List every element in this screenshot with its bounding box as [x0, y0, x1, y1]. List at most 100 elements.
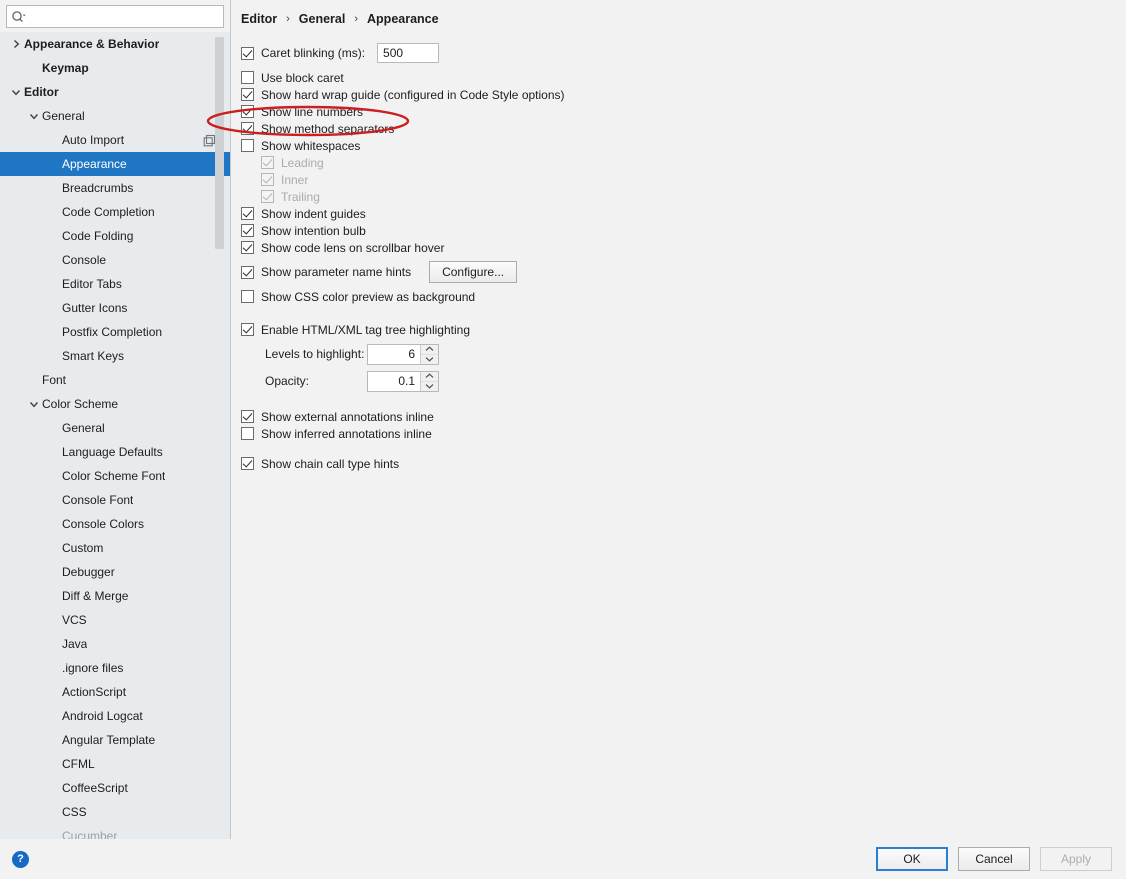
sidebar-item-editor-tabs[interactable]: Editor Tabs [0, 272, 230, 296]
configure-button[interactable]: Configure... [429, 261, 518, 283]
cancel-button[interactable]: Cancel [958, 847, 1030, 871]
settings-sidebar: Appearance & Behavior Keymap Editor General… [0, 0, 231, 839]
sidebar-item-appearance[interactable]: Appearance [0, 152, 230, 176]
sidebar-item-general[interactable]: General [0, 416, 230, 440]
breadcrumb-item-editor[interactable]: Editor [241, 12, 277, 26]
chevron-down-icon[interactable] [26, 396, 42, 412]
show-css-color-preview-checkbox[interactable] [241, 290, 254, 303]
setting-show-inferred-annotations: Show inferred annotations inline [241, 425, 1126, 442]
sidebar-item-keymap[interactable]: Keymap [0, 56, 230, 80]
sidebar-item-custom[interactable]: Custom [0, 536, 230, 560]
sidebar-item-editor[interactable]: Editor [0, 80, 230, 104]
sidebar-item-general[interactable]: General [0, 104, 230, 128]
ok-button[interactable]: OK [876, 847, 948, 871]
sidebar-item-label: ActionScript [62, 685, 127, 699]
show-parameter-name-hints-checkbox[interactable] [241, 265, 254, 279]
sidebar-item-android-logcat[interactable]: Android Logcat [0, 704, 230, 728]
opacity-spinner-arrows [420, 371, 438, 391]
sidebar-item-css[interactable]: CSS [0, 800, 230, 824]
search-input[interactable] [27, 8, 219, 25]
show-indent-guides-label: Show indent guides [261, 206, 366, 221]
sidebar-item-cucumber[interactable]: Cucumber [0, 824, 230, 839]
show-method-separators-label: Show method separators [261, 121, 395, 136]
sidebar-item-code-folding[interactable]: Code Folding [0, 224, 230, 248]
sidebar-item-diff-merge[interactable]: Diff & Merge [0, 584, 230, 608]
sidebar-item-label: VCS [62, 613, 87, 627]
sidebar-item-appearance-behavior[interactable]: Appearance & Behavior [0, 32, 230, 56]
show-intention-bulb-checkbox[interactable] [241, 224, 254, 237]
sidebar-scrollbar-thumb[interactable] [215, 37, 224, 249]
sidebar-item-gutter-icons[interactable]: Gutter Icons [0, 296, 230, 320]
sidebar-item-coffeescript[interactable]: CoffeeScript [0, 776, 230, 800]
show-indent-guides-checkbox[interactable] [241, 207, 254, 220]
sidebar-item-language-defaults[interactable]: Language Defaults [0, 440, 230, 464]
chevron-right-icon[interactable] [8, 36, 24, 52]
sidebar-item-actionscript[interactable]: ActionScript [0, 680, 230, 704]
levels-to-highlight-spinner-arrows [420, 344, 438, 364]
spinner-down-icon[interactable] [421, 382, 438, 391]
search-box[interactable] [6, 5, 224, 28]
sidebar-item-angular-template[interactable]: Angular Template [0, 728, 230, 752]
show-chain-call-type-hints-label: Show chain call type hints [261, 456, 400, 471]
whitespace-trailing-label: Trailing [281, 189, 320, 204]
sidebar-item-label: Color Scheme [42, 397, 119, 411]
sidebar-item-breadcrumbs[interactable]: Breadcrumbs [0, 176, 230, 200]
enable-tag-tree-highlighting-checkbox[interactable] [241, 323, 254, 336]
sidebar-item-console-colors[interactable]: Console Colors [0, 512, 230, 536]
sidebar-item-label: Editor Tabs [62, 277, 122, 291]
show-whitespaces-checkbox[interactable] [241, 139, 254, 152]
sidebar-item-label: Java [62, 637, 88, 651]
sidebar-item-postfix-completion[interactable]: Postfix Completion [0, 320, 230, 344]
help-icon[interactable]: ? [12, 850, 29, 868]
show-external-annotations-checkbox[interactable] [241, 410, 254, 423]
sidebar-item-debugger[interactable]: Debugger [0, 560, 230, 584]
levels-to-highlight-label: Levels to highlight: [265, 347, 365, 361]
sidebar-item-font[interactable]: Font [0, 368, 230, 392]
sidebar-item-console[interactable]: Console [0, 248, 230, 272]
use-block-caret-checkbox[interactable] [241, 71, 254, 84]
show-hard-wrap-guide-checkbox[interactable] [241, 88, 254, 101]
sidebar-item-auto-import[interactable]: Auto Import [0, 128, 230, 152]
sidebar-item-console-font[interactable]: Console Font [0, 488, 230, 512]
breadcrumb-item-general[interactable]: General [299, 12, 346, 26]
show-method-separators-checkbox[interactable] [241, 122, 254, 135]
sidebar-item-color-scheme[interactable]: Color Scheme [0, 392, 230, 416]
spinner-down-icon[interactable] [421, 355, 438, 364]
sidebar-item-code-completion[interactable]: Code Completion [0, 200, 230, 224]
spinner-up-icon[interactable] [421, 345, 438, 355]
opacity-spinner[interactable]: 0.1 [367, 370, 439, 392]
setting-levels-to-highlight: Levels to highlight: 6 [241, 343, 1126, 365]
caret-blinking-input[interactable]: 500 [377, 43, 440, 63]
chevron-down-icon[interactable] [26, 108, 42, 124]
whitespace-leading-label: Leading [281, 155, 324, 170]
show-line-numbers-checkbox[interactable] [241, 105, 254, 118]
sidebar-scrollbar-track[interactable] [215, 32, 224, 839]
sidebar-item-color-scheme-font[interactable]: Color Scheme Font [0, 464, 230, 488]
caret-blinking-checkbox[interactable] [241, 46, 254, 60]
sidebar-item-java[interactable]: Java [0, 632, 230, 656]
setting-use-block-caret: Use block caret [241, 69, 1126, 86]
sidebar-item-label: Code Completion [62, 205, 155, 219]
sidebar-item-label: Cucumber [62, 829, 118, 839]
whitespace-inner-label: Inner [281, 172, 309, 187]
sidebar-item-cfml[interactable]: CFML [0, 752, 230, 776]
spinner-up-icon[interactable] [421, 372, 438, 382]
show-code-lens-checkbox[interactable] [241, 241, 254, 254]
sidebar-item-ignore-files[interactable]: .ignore files [0, 656, 230, 680]
sidebar-item-smart-keys[interactable]: Smart Keys [0, 344, 230, 368]
levels-to-highlight-spinner[interactable]: 6 [367, 343, 439, 365]
chevron-down-icon[interactable] [8, 84, 24, 100]
opacity-value[interactable]: 0.1 [368, 372, 420, 391]
sidebar-item-label: .ignore files [62, 661, 124, 675]
show-css-color-preview-label: Show CSS color preview as background [261, 289, 476, 304]
show-code-lens-label: Show code lens on scrollbar hover [261, 240, 445, 255]
levels-to-highlight-value[interactable]: 6 [368, 345, 420, 364]
show-chain-call-type-hints-checkbox[interactable] [241, 457, 254, 470]
sidebar-item-vcs[interactable]: VCS [0, 608, 230, 632]
show-inferred-annotations-checkbox[interactable] [241, 427, 254, 440]
